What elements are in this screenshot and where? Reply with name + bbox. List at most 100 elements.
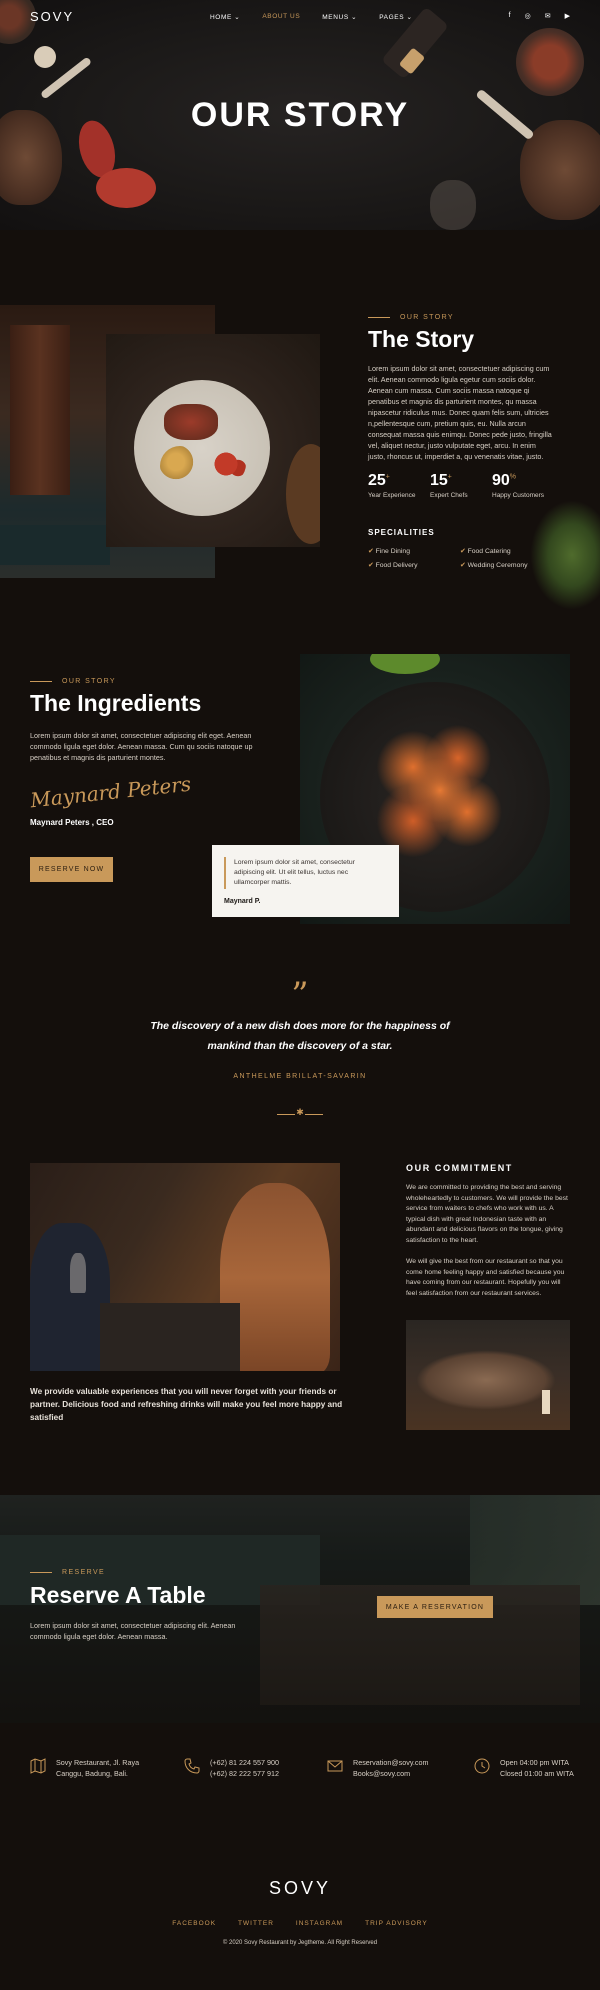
potatoes-shape [160, 446, 200, 486]
nav-item-about-us[interactable]: ABOUT US [262, 13, 300, 21]
address-text: Sovy Restaurant, Jl. Raya Canggu, Badung,… [56, 1758, 139, 1779]
candle-shape [542, 1390, 550, 1414]
story-section-label: OUR STORY [368, 314, 454, 321]
stat-customers-suffix: % [509, 473, 517, 481]
address-line-1: Sovy Restaurant, Jl. Raya [56, 1758, 140, 1767]
commitment-text-1: We are committed to providing the best a… [406, 1184, 568, 1244]
card-accent-line [224, 857, 226, 889]
specialities-title: SPECIALITIES [368, 528, 435, 537]
couple-dining-photo [30, 1163, 340, 1371]
speciality-item: ✔ Food Catering [460, 547, 511, 555]
ingredients-title: The Ingredients [30, 690, 202, 716]
email-line-1[interactable]: Reservation@sovy.com [353, 1758, 428, 1769]
speciality-label: Fine Dining [375, 548, 410, 555]
check-icon: ✔ [460, 548, 466, 555]
phone-icon [184, 1758, 200, 1774]
speciality-item: ✔ Food Delivery [368, 561, 418, 569]
contact-email: Reservation@sovy.com Books@sovy.com [327, 1758, 428, 1779]
story-text: Lorem ipsum dolor sit amet, consectetuer… [368, 364, 552, 461]
commitment-title: OUR COMMITMENT [406, 1163, 513, 1173]
email-line-2[interactable]: Books@sovy.com [353, 1769, 428, 1780]
clock-icon [474, 1758, 490, 1774]
contact-hours: Open 04:00 pm WITA Closed 01:00 am WITA [474, 1758, 574, 1779]
wine-glass-shape [70, 1253, 86, 1293]
stat-customers-value: 90 [492, 472, 510, 489]
table-shape [0, 525, 110, 565]
stat-years-suffix: + [385, 473, 390, 481]
footer-links: FACEBOOK TWITTER INSTAGRAM TRIP ADVISORY [0, 1920, 600, 1927]
phone-line-1[interactable]: (+62) 81 224 557 900 [210, 1758, 279, 1769]
dark-overlay [0, 1495, 600, 1723]
mail-icon [327, 1760, 343, 1772]
man-shape [30, 1223, 110, 1371]
hero-glass [430, 180, 476, 230]
check-icon: ✔ [460, 562, 466, 569]
card-text: Lorem ipsum dolor sit amet, consectetur … [234, 859, 355, 886]
commitment-text-2: We will give the best from our restauran… [406, 1258, 565, 1297]
phone-text[interactable]: (+62) 81 224 557 900 (+62) 82 222 577 912 [210, 1758, 279, 1779]
speciality-item: ✔ Fine Dining [368, 547, 410, 555]
reserve-text: Lorem ipsum dolor sit amet, consectetuer… [30, 1621, 236, 1641]
hours-line-2: Closed 01:00 am WITA [500, 1768, 574, 1778]
hours-line-1: Open 04:00 pm WITA [500, 1758, 569, 1767]
instagram-icon[interactable]: ◎ [525, 12, 531, 20]
hero-sauce-bowl-right [516, 28, 584, 96]
quote-author: ANTHELME BRILLAT-SAVARIN [233, 1073, 367, 1080]
hero-banner: OUR STORY [0, 0, 600, 230]
speciality-item: ✔ Wedding Ceremony [460, 561, 528, 569]
plate-shape [134, 380, 270, 516]
stat-years: 25+ Year Experience [368, 472, 415, 499]
card-author: Maynard P. [224, 898, 261, 905]
curtain-shape [10, 325, 70, 495]
speciality-label: Food Catering [467, 548, 511, 555]
friends-toasting-photo [406, 1320, 570, 1430]
stat-chefs-label: Expert Chefs [430, 492, 468, 499]
tomatoes-shape [206, 444, 246, 484]
logo[interactable]: SOVY [30, 9, 74, 24]
signature: Maynard Peters [29, 771, 193, 813]
hero-garlic [34, 46, 56, 68]
stat-years-value: 25 [368, 472, 386, 489]
speciality-label: Wedding Ceremony [467, 562, 528, 569]
phone-line-2[interactable]: (+62) 82 222 577 912 [210, 1769, 279, 1780]
footer-link-twitter[interactable]: TWITTER [238, 1920, 274, 1927]
hours-text: Open 04:00 pm WITA Closed 01:00 am WITA [500, 1758, 574, 1779]
quote-mark-icon: ” [291, 975, 309, 1015]
footer-link-facebook[interactable]: FACEBOOK [172, 1920, 216, 1927]
map-icon [30, 1758, 46, 1774]
stat-years-label: Year Experience [368, 492, 416, 499]
people-shape [416, 1350, 556, 1410]
table-shape [100, 1303, 240, 1371]
twitter-icon[interactable]: ✉ [545, 12, 551, 20]
quote-line-1: The discovery of a new dish does more fo… [150, 1020, 450, 1032]
herb-garnish [370, 654, 440, 674]
ingredients-text: Lorem ipsum dolor sit amet, consectetuer… [30, 731, 253, 762]
story-title: The Story [368, 326, 475, 352]
contact-phone: (+62) 81 224 557 900 (+62) 82 222 577 912 [184, 1758, 279, 1779]
footer-logo[interactable]: SOVY [0, 1878, 600, 1899]
nav-item-pages[interactable]: PAGES ⌄ [379, 13, 412, 21]
stat-chefs: 15+ Expert Chefs [430, 472, 468, 499]
footer-link-instagram[interactable]: INSTAGRAM [296, 1920, 343, 1927]
email-text[interactable]: Reservation@sovy.com Books@sovy.com [353, 1758, 428, 1779]
stats-row: 25+ Year Experience 15+ Expert Chefs 90%… [368, 472, 568, 506]
stat-chefs-value: 15 [430, 472, 448, 489]
copyright: © 2020 Sovy Restaurant by Jegtheme. All … [222, 1940, 378, 1946]
page-title: OUR STORY [190, 96, 410, 134]
facebook-icon[interactable]: f [509, 12, 511, 20]
make-reservation-button[interactable]: MAKE A RESERVATION [377, 1596, 493, 1618]
main-menu: HOME ⌄ ABOUT US MENUS ⌄ PAGES ⌄ [210, 13, 413, 21]
nav-item-home[interactable]: HOME ⌄ [210, 13, 240, 21]
reserve-now-button[interactable]: RESERVE NOW [30, 857, 113, 882]
check-icon: ✔ [368, 562, 374, 569]
steak-plate-photo [106, 334, 320, 547]
reserve-section-label: RESERVE [30, 1569, 105, 1576]
reserve-title: Reserve A Table [30, 1582, 206, 1608]
top-navigation: SOVY HOME ⌄ ABOUT US MENUS ⌄ PAGES ⌄ f ◎… [0, 0, 600, 34]
nav-item-menus[interactable]: MENUS ⌄ [322, 13, 357, 21]
speciality-label: Food Delivery [375, 562, 418, 569]
youtube-icon[interactable]: ▶ [565, 12, 570, 20]
hero-tomato-2 [96, 168, 156, 208]
footer-link-trip-advisory[interactable]: TRIP ADVISORY [365, 1920, 428, 1927]
ornament-star-icon: ✱ [295, 1107, 305, 1118]
